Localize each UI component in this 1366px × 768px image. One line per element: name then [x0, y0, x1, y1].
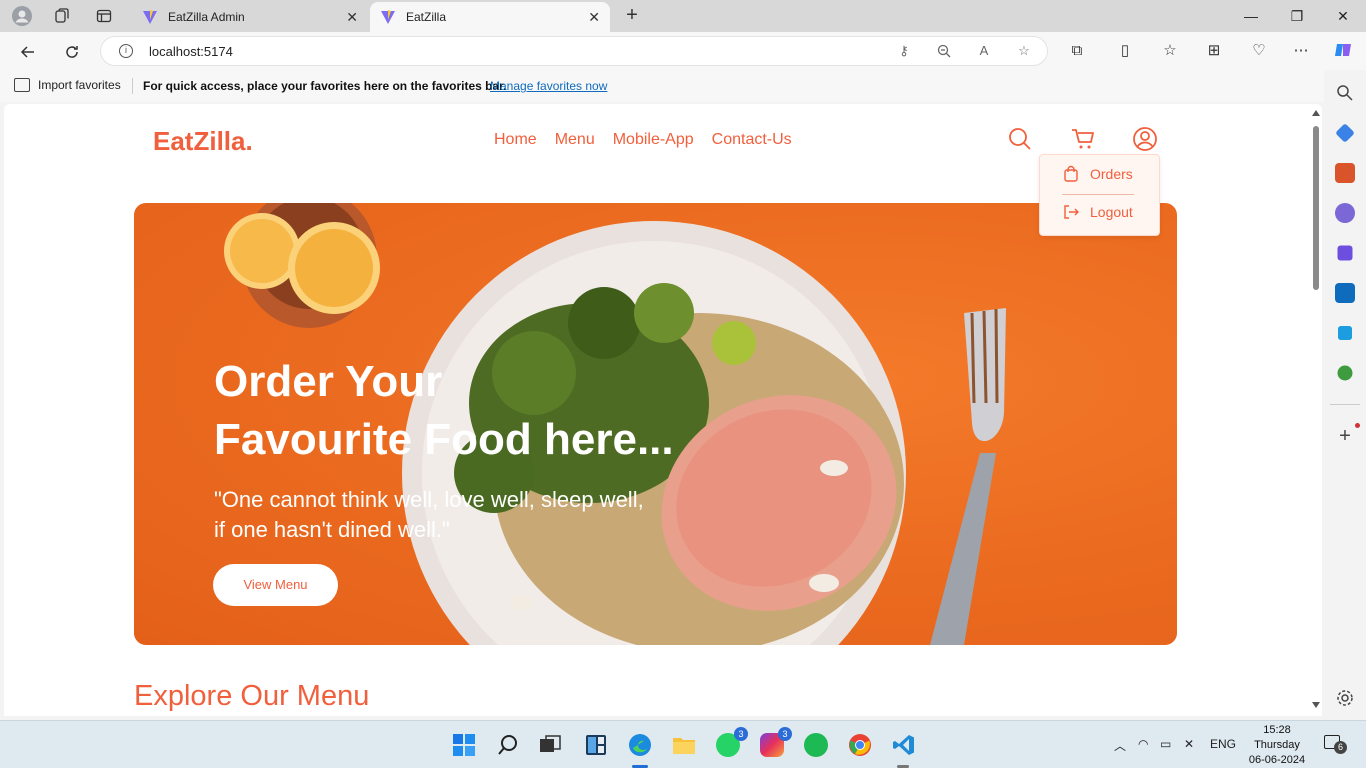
tab-title: EatZilla [406, 10, 447, 24]
instagram-icon[interactable]: 3 [760, 727, 792, 757]
notification-center-icon[interactable]: 6 [1324, 735, 1347, 754]
spotify-icon[interactable] [804, 733, 828, 757]
divider [132, 78, 133, 94]
edge-sidebar: + [1324, 70, 1366, 720]
split-screen-icon[interactable]: ▯ [1114, 40, 1136, 62]
new-tab-button[interactable]: + [620, 4, 644, 28]
key-icon[interactable]: ⚷ [895, 43, 913, 61]
vite-icon [143, 10, 157, 24]
clock[interactable]: 15:28 Thursday 06-06-2024 [1242, 723, 1312, 768]
page-scrollbar[interactable] [1310, 104, 1322, 716]
outlook-icon[interactable] [1335, 283, 1355, 303]
divider [1062, 194, 1134, 195]
copilot-icon[interactable] [1332, 40, 1354, 62]
search-icon[interactable] [1335, 83, 1355, 103]
main-nav: Home Menu Mobile-App Contact-Us [494, 131, 792, 149]
search-icon[interactable] [1007, 126, 1033, 152]
address-bar[interactable]: i localhost:5174 ⚷ A ☆ [100, 36, 1048, 66]
hero-quote: "One cannot think well, love well, sleep… [214, 487, 644, 542]
cart-icon[interactable] [1070, 126, 1096, 152]
search-icon[interactable] [496, 733, 520, 757]
profile-icon[interactable] [10, 4, 34, 28]
tab-title: EatZilla Admin [168, 10, 245, 24]
browser-toolbar: i localhost:5174 ⚷ A ☆ ⧉ ▯ ☆ ⊞ ♡ ⋯ [0, 32, 1366, 70]
tree-icon[interactable] [1337, 365, 1353, 381]
favorites-bar: Import favorites For quick access, place… [0, 70, 1366, 102]
notification-dot [1355, 423, 1360, 428]
whatsapp-icon[interactable]: 3 [716, 727, 748, 757]
favorites-icon[interactable]: ☆ [1159, 40, 1181, 62]
widgets-icon[interactable] [584, 733, 608, 757]
file-explorer-icon[interactable] [672, 733, 696, 757]
site-logo[interactable]: EatZilla. [153, 126, 253, 157]
tab-eatzilla-admin[interactable]: EatZilla Admin ✕ [132, 2, 368, 32]
close-tab-icon[interactable]: ✕ [588, 9, 600, 26]
telegram-icon[interactable] [1338, 326, 1352, 340]
site-info-icon[interactable]: i [119, 44, 133, 58]
back-button[interactable] [15, 39, 41, 65]
chrome-icon[interactable] [848, 733, 872, 757]
settings-gear-icon[interactable] [1335, 688, 1355, 708]
favorites-message: For quick access, place your favorites h… [143, 79, 507, 93]
task-view-icon[interactable] [538, 733, 562, 757]
scroll-thumb[interactable] [1313, 126, 1319, 290]
hero-banner: Order Your Favourite Food here... "One c… [134, 203, 1177, 645]
tab-actions-icon[interactable] [92, 4, 116, 28]
import-icon [14, 78, 30, 92]
favorite-star-icon[interactable]: ☆ [1015, 43, 1033, 61]
logout-menu-item[interactable]: Logout [1062, 203, 1133, 221]
tab-eatzilla[interactable]: EatZilla ✕ [370, 2, 610, 32]
performance-icon[interactable]: ♡ [1248, 40, 1270, 62]
more-options-icon[interactable]: ⋯ [1290, 40, 1312, 62]
copilot-365-icon[interactable] [1337, 245, 1353, 261]
manage-favorites-link[interactable]: Manage favorites now [490, 79, 607, 93]
restore-button[interactable]: ❐ [1274, 0, 1320, 32]
hero-title: Order Your Favourite Food here... [214, 357, 674, 464]
nav-mobile-app[interactable]: Mobile-App [613, 131, 694, 149]
refresh-button[interactable] [59, 39, 85, 65]
close-window-button[interactable]: ✕ [1320, 0, 1366, 32]
profile-icon[interactable] [1132, 126, 1158, 152]
battery-icon[interactable]: ▭ [1160, 737, 1171, 751]
games-icon[interactable] [1335, 203, 1355, 223]
windows-taskbar: 3 3 ︿ ◠ ▭ ✕ ENG 15:28 Thursday 06-06-202… [0, 720, 1366, 768]
add-icon[interactable]: + [1335, 426, 1355, 446]
wifi-icon[interactable]: ◠ [1138, 737, 1148, 751]
web-page: EatZilla. Home Menu Mobile-App Contact-U… [4, 104, 1322, 716]
bag-icon [1064, 165, 1078, 182]
show-hidden-icons-chevron[interactable]: ︿ [1114, 737, 1126, 754]
profile-dropdown: Orders Logout [1039, 154, 1160, 236]
section-title: Explore Our Menu [134, 680, 370, 712]
edge-icon[interactable] [628, 733, 652, 757]
divider [1330, 404, 1360, 405]
scroll-down-arrow[interactable] [1312, 702, 1320, 708]
notification-count: 6 [1334, 741, 1347, 754]
language-indicator[interactable]: ENG [1210, 737, 1236, 751]
volume-muted-icon[interactable]: ✕ [1184, 737, 1194, 751]
instagram-badge: 3 [778, 727, 792, 741]
whatsapp-badge: 3 [734, 727, 748, 741]
collections-icon[interactable]: ⊞ [1203, 40, 1225, 62]
tools-icon[interactable] [1335, 163, 1355, 183]
start-windows-icon[interactable] [452, 733, 476, 757]
zoom-out-icon[interactable] [935, 43, 953, 61]
nav-contact-us[interactable]: Contact-Us [712, 131, 792, 149]
browser-titlebar: EatZilla Admin ✕ EatZilla ✕ + — ❐ ✕ [0, 0, 1366, 32]
read-aloud-icon[interactable]: A [975, 43, 993, 61]
nav-menu[interactable]: Menu [555, 131, 595, 149]
view-menu-button[interactable]: View Menu [213, 564, 338, 606]
import-favorites-button[interactable]: Import favorites [14, 78, 121, 92]
logout-icon [1064, 205, 1079, 219]
vscode-icon[interactable] [892, 733, 916, 757]
vite-icon [381, 10, 395, 24]
close-tab-icon[interactable]: ✕ [346, 9, 358, 26]
nav-home[interactable]: Home [494, 131, 537, 149]
extensions-icon[interactable]: ⧉ [1066, 40, 1088, 62]
orders-menu-item[interactable]: Orders [1062, 165, 1133, 183]
scroll-up-arrow[interactable] [1312, 110, 1320, 116]
shopping-tag-icon[interactable] [1335, 123, 1355, 143]
workspaces-icon[interactable] [50, 4, 74, 28]
url-text[interactable]: localhost:5174 [149, 44, 233, 59]
minimize-button[interactable]: — [1228, 0, 1274, 32]
